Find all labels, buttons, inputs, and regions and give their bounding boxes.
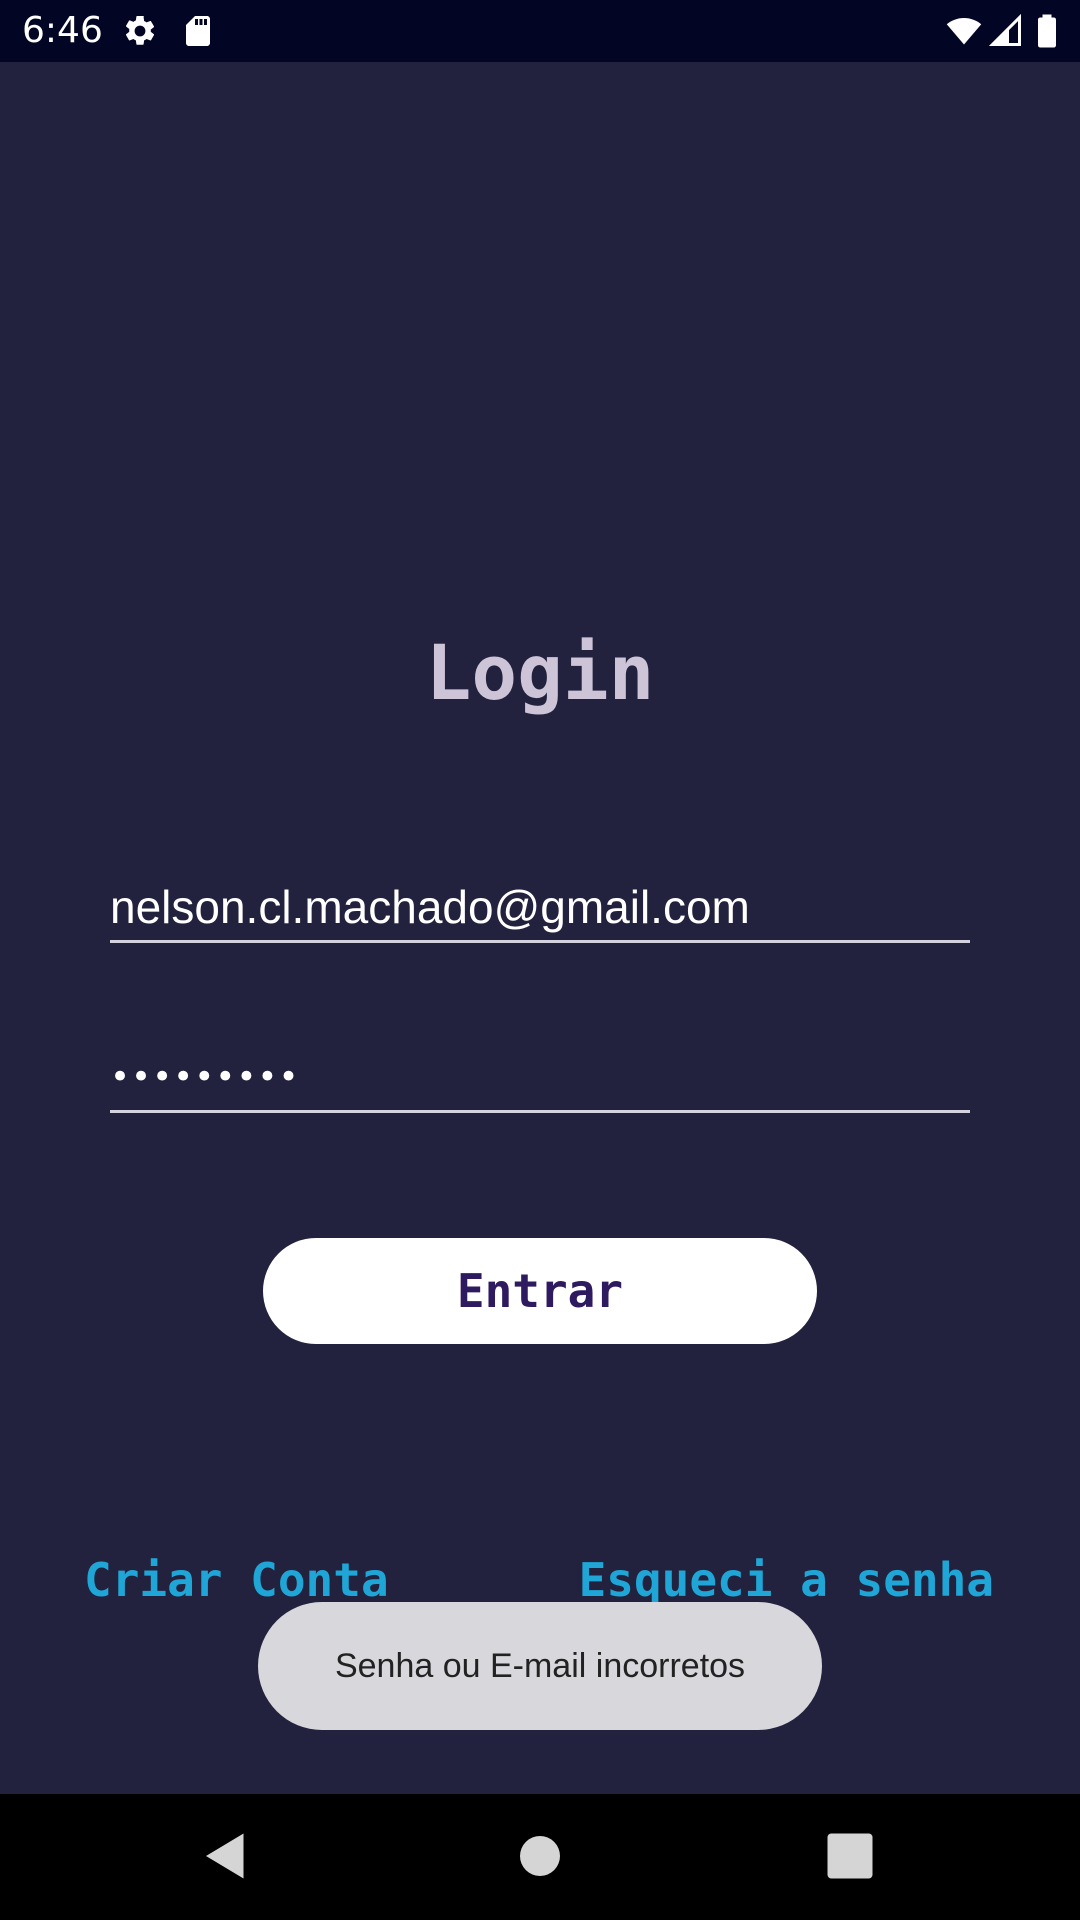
password-field[interactable]: ••••••••• [110,1044,970,1113]
login-button[interactable]: Entrar [263,1238,817,1344]
create-account-link[interactable]: Criar Conta [84,1552,389,1608]
back-triangle-icon[interactable] [196,1826,256,1886]
battery-icon [1032,13,1062,49]
page-title: Login [425,628,655,717]
navigation-bar [0,1794,1080,1920]
sd-card-icon [180,13,216,49]
email-field[interactable] [110,874,970,943]
forgot-password-link[interactable]: Esqueci a senha [579,1552,994,1608]
email-input[interactable] [110,874,970,940]
wifi-icon [944,13,984,49]
error-toast: Senha ou E-mail incorretos [258,1602,822,1730]
settings-gear-icon [122,13,158,49]
recents-square-icon[interactable] [820,1826,880,1886]
status-bar: 6:46 [0,0,1080,62]
cell-signal-icon [988,13,1024,49]
home-circle-icon[interactable] [510,1826,570,1886]
status-time: 6:46 [22,10,103,51]
toast-message: Senha ou E-mail incorretos [334,1646,746,1685]
password-masked-value: ••••••••• [110,1057,300,1097]
